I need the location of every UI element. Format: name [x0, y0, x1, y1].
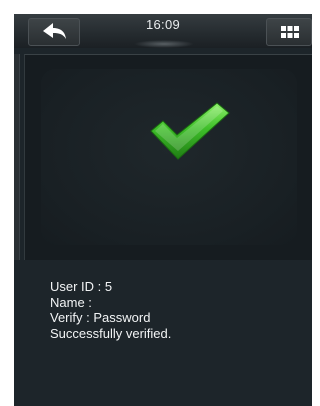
checkmark-icon [150, 102, 230, 160]
verification-message: Successfully verified. [50, 325, 172, 341]
side-rail [14, 54, 20, 260]
menu-button[interactable] [266, 18, 312, 46]
name-line: Name : [50, 294, 92, 310]
user-info: User ID : 5 Name : Verify : Password Suc… [50, 279, 171, 341]
device-screen: 16:09 User ID: 5 Name: Verify: Passwo… [14, 14, 312, 406]
verify-method-line: Verify : Password [50, 310, 151, 325]
user-id-line: User ID : 5 [50, 279, 113, 294]
clock-underline [134, 40, 194, 48]
top-bar: 16:09 [14, 14, 312, 48]
result-frame [41, 69, 297, 245]
verification-result-panel [24, 54, 312, 260]
grid-menu-icon [281, 26, 299, 38]
